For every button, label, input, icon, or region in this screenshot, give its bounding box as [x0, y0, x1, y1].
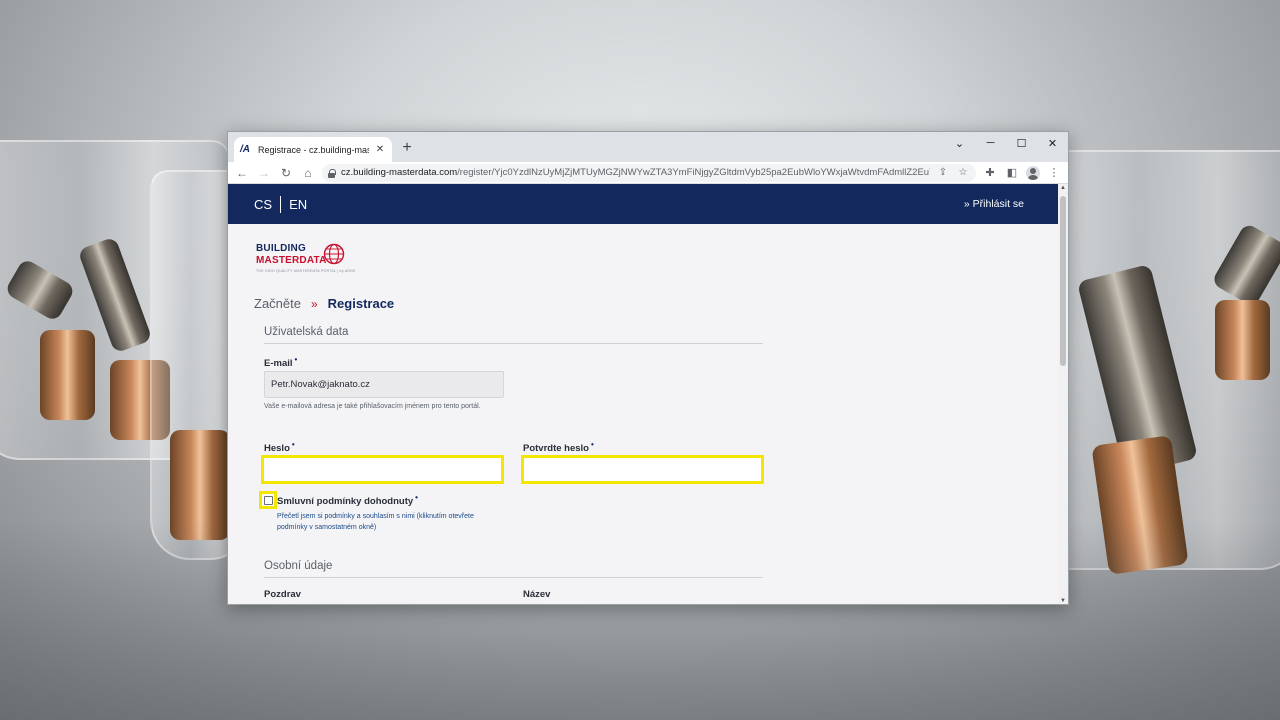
close-tab-icon[interactable]: ✕ [374, 144, 386, 155]
password-field[interactable] [261, 455, 504, 484]
terms-link[interactable]: Přečetl jsem si podmínky a souhlasím s n… [277, 511, 497, 533]
breadcrumb: Začněte » Registrace [254, 296, 394, 311]
browser-toolbar: ← → ↻ ⌂ cz.building-masterdata.com/regis… [228, 162, 1068, 184]
terms-checkbox-highlight[interactable] [259, 491, 277, 509]
maximize-button[interactable]: ☐ [1006, 132, 1037, 154]
name-label: Název [523, 589, 551, 600]
terms-checkbox[interactable] [263, 495, 273, 505]
side-panel-icon[interactable]: ◧ [1004, 166, 1020, 179]
logo-tagline: THE HIGH QUALITY MASTERDATA PORTAL | by … [256, 269, 356, 273]
page-viewport: CS EN » Přihlásit se BUILDING MASTERDATA… [228, 184, 1068, 604]
building-masterdata-logo[interactable]: BUILDING MASTERDATA THE HIGH QUALITY MAS… [256, 243, 396, 283]
confirm-password-label: Potvrdte heslo • [523, 440, 594, 455]
new-tab-button[interactable]: + [399, 139, 415, 157]
tab-title: Registrace - cz.building-masterdata.com [258, 144, 369, 155]
required-marker: • [415, 493, 418, 502]
page-scrollbar[interactable]: ▲ ▼ [1058, 184, 1068, 604]
profile-avatar-icon[interactable] [1026, 165, 1040, 180]
url-text[interactable]: cz.building-masterdata.com/register/Yjc0… [341, 167, 930, 178]
extensions-puzzle-icon[interactable]: ✚ [982, 166, 998, 179]
globe-icon [323, 243, 345, 265]
terms-label: Smluvní podmínky dohodnuty • [277, 493, 418, 508]
site-header: CS EN » Přihlásit se [228, 184, 1068, 224]
password-label: Heslo • [264, 440, 295, 455]
minimize-button[interactable]: ─ [975, 132, 1006, 154]
window-controls: ⌄ ─ ☐ ✕ [944, 132, 1068, 162]
lang-divider [280, 196, 282, 213]
share-icon[interactable]: ⇪ [936, 167, 950, 178]
lock-icon[interactable] [328, 168, 336, 178]
reload-button[interactable]: ↻ [278, 165, 294, 181]
breadcrumb-current: Registrace [327, 296, 395, 311]
section-divider [264, 343, 763, 344]
confirm-password-field[interactable] [521, 455, 764, 484]
required-marker: • [591, 440, 594, 449]
lang-cs-link[interactable]: CS [254, 197, 272, 212]
email-field[interactable]: Petr.Novak@jaknato.cz [264, 371, 504, 398]
home-button[interactable]: ⌂ [300, 165, 316, 181]
language-switcher: CS EN [254, 196, 307, 213]
scroll-down-arrow-icon[interactable]: ▼ [1058, 598, 1068, 604]
forward-button[interactable]: → [256, 165, 272, 181]
required-marker: • [291, 440, 295, 449]
required-marker: • [294, 355, 298, 364]
close-window-button[interactable]: ✕ [1037, 132, 1068, 154]
user-data-section-title: Uživatelská data [264, 326, 349, 338]
browser-window: /A Registrace - cz.building-masterdata.c… [227, 131, 1069, 605]
breadcrumb-start[interactable]: Začněte [254, 296, 301, 311]
back-button[interactable]: ← [234, 165, 250, 181]
section-divider [264, 577, 763, 578]
bookmark-star-icon[interactable]: ☆ [956, 167, 970, 178]
salutation-label: Pozdrav [264, 589, 301, 600]
site-favicon-icon: /A [240, 144, 250, 155]
browser-tab[interactable]: /A Registrace - cz.building-masterdata.c… [234, 137, 392, 162]
tab-search-icon[interactable]: ⌄ [944, 132, 975, 154]
email-hint: Vaše e-mailová adresa je také přihlašova… [264, 403, 481, 410]
breadcrumb-separator: » [310, 296, 318, 311]
scroll-up-arrow-icon[interactable]: ▲ [1058, 185, 1068, 191]
personal-data-section-title: Osobní údaje [264, 560, 333, 572]
tab-strip: /A Registrace - cz.building-masterdata.c… [228, 132, 1068, 162]
browser-menu-icon[interactable]: ⋮ [1046, 166, 1062, 179]
scroll-thumb[interactable] [1060, 196, 1066, 366]
login-link[interactable]: » Přihlásit se [964, 198, 1024, 210]
email-label: E-mail • [264, 355, 298, 370]
address-bar[interactable]: cz.building-masterdata.com/register/Yjc0… [322, 163, 976, 182]
lang-en-link[interactable]: EN [289, 197, 307, 212]
